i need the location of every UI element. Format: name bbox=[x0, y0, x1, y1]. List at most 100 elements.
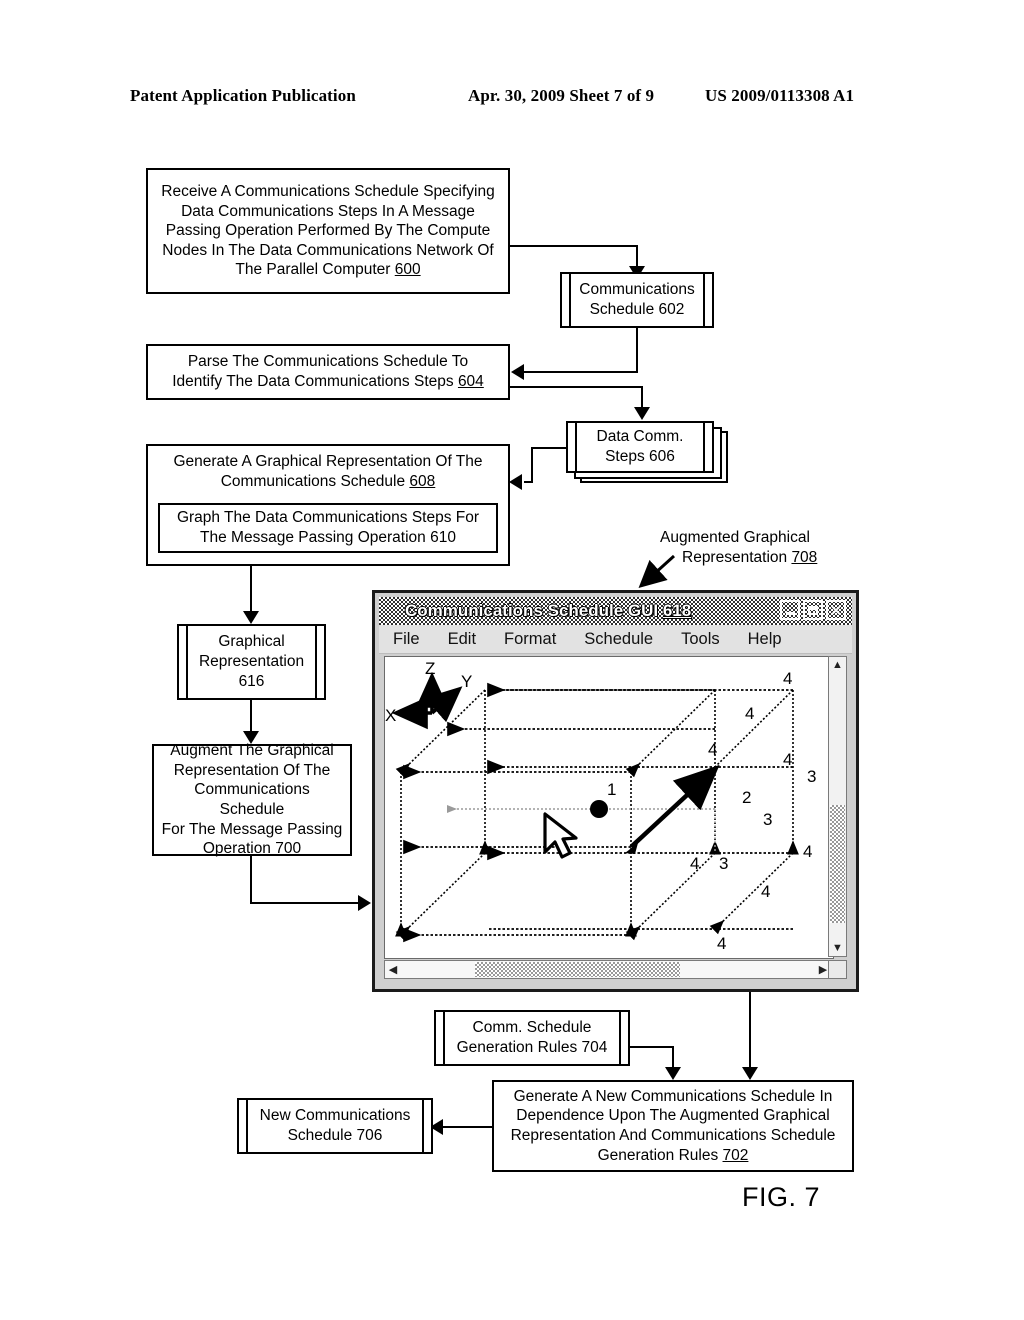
vertical-scrollbar-thumb[interactable] bbox=[830, 805, 845, 923]
box-700-line-0: Augment The Graphical bbox=[170, 742, 334, 760]
box-600-line-4: The Parallel Computer bbox=[235, 261, 395, 279]
window-controls[interactable]: ✕ bbox=[780, 600, 846, 620]
data-box-704: Comm. Schedule Generation Rules 704 bbox=[434, 1010, 630, 1066]
box-616-ref: 616 bbox=[238, 673, 265, 691]
menu-item-schedule[interactable]: Schedule bbox=[584, 630, 653, 649]
box-700-line-2: Communications Schedule bbox=[194, 781, 310, 818]
box-600-line-2: Passing Operation Performed By The Compu… bbox=[165, 222, 491, 240]
box-604-line-1: Identify The Data Communications Steps bbox=[172, 373, 458, 390]
callout-708-ref: 708 bbox=[791, 548, 818, 566]
box-606-ref: 606 bbox=[649, 448, 675, 465]
edge-label-7: 1 bbox=[607, 780, 616, 799]
data-box-616: Graphical Representation 616 bbox=[177, 624, 326, 700]
connector-616-to-700-v bbox=[250, 700, 252, 734]
edge-label-12: 4 bbox=[717, 934, 726, 953]
minimize-button[interactable] bbox=[780, 600, 800, 620]
maximize-button[interactable] bbox=[803, 600, 823, 620]
box-702-line-3: Generation Rules bbox=[597, 1146, 723, 1164]
connector-604-to-606-v bbox=[641, 386, 643, 409]
box-602-line-0: Communications bbox=[579, 280, 695, 298]
gui-menubar[interactable]: File Edit Format Schedule Tools Help bbox=[379, 625, 852, 654]
connector-606-to-608-h1 bbox=[531, 447, 568, 449]
arrowhead-gui-into-702 bbox=[742, 1067, 758, 1080]
box-604-ref: 604 bbox=[457, 373, 484, 390]
box-706-line-1: Schedule bbox=[287, 1127, 357, 1144]
arrowhead-into-608 bbox=[509, 474, 522, 490]
close-button[interactable]: ✕ bbox=[826, 600, 846, 620]
box-610-ref: 610 bbox=[430, 529, 456, 546]
box-616-line-0: Graphical bbox=[218, 632, 285, 650]
connector-602-to-604-h bbox=[524, 371, 638, 373]
horizontal-scrollbar[interactable]: ◀ ▶ bbox=[384, 960, 832, 979]
edge-label-10: 4 bbox=[803, 842, 812, 861]
communications-schedule-gui-window[interactable]: Communications Schedule GUI 618 ✕ File E… bbox=[372, 590, 859, 992]
edge-label-4: 3 bbox=[807, 767, 816, 786]
connector-606-to-608-v bbox=[531, 447, 533, 483]
menu-item-file[interactable]: File bbox=[393, 630, 420, 649]
torus-mesh-svg: Z Y X 4 4 4 4 3 2 3 1 4 3 4 4 4 bbox=[385, 659, 816, 953]
mouse-cursor-icon bbox=[543, 812, 578, 859]
callout-708-line-1: Augmented Graphical bbox=[660, 529, 810, 546]
resize-corner[interactable] bbox=[828, 960, 847, 979]
connector-604-to-606-h bbox=[510, 386, 643, 388]
process-box-604: Parse The Communications Schedule To Ide… bbox=[146, 344, 510, 400]
horizontal-scrollbar-thumb[interactable] bbox=[475, 962, 680, 977]
box-600-line-3: Nodes In The Data Communications Network… bbox=[162, 241, 494, 259]
data-box-706: New Communications Schedule 706 bbox=[237, 1098, 433, 1154]
edge-label-1: 4 bbox=[745, 704, 754, 723]
menu-item-help[interactable]: Help bbox=[748, 630, 782, 649]
edge-label-2: 4 bbox=[708, 740, 717, 759]
figure-caption: FIG. 7 bbox=[742, 1182, 821, 1212]
box-608-line-0: Generate A Graphical Representation Of T… bbox=[173, 453, 483, 470]
vertical-scrollbar[interactable]: ▲ ▼ bbox=[828, 656, 847, 957]
connector-608-to-616-v bbox=[250, 566, 252, 614]
data-stack-606: Data Comm. Steps 606 bbox=[566, 421, 732, 485]
connector-602-to-604-v bbox=[636, 328, 638, 373]
augment-arrow bbox=[629, 764, 720, 849]
box-700-line-4: Operation bbox=[202, 840, 276, 858]
header-patent-number: US 2009/0113308 A1 bbox=[705, 86, 855, 105]
connector-704-to-702-h bbox=[630, 1046, 674, 1048]
scroll-left-button[interactable]: ◀ bbox=[385, 961, 401, 978]
box-700-line-1: Representation Of The bbox=[173, 761, 331, 779]
axis-label-z: Z bbox=[425, 659, 435, 678]
edge-label-3: 4 bbox=[783, 750, 792, 769]
axis-label-y: Y bbox=[461, 672, 472, 691]
process-box-610: Graph The Data Communications Steps For … bbox=[158, 503, 498, 553]
box-610-line-0: Graph The Data Communications Steps For bbox=[176, 509, 480, 527]
connector-600-to-602-h bbox=[510, 245, 638, 247]
menu-item-format[interactable]: Format bbox=[504, 630, 556, 649]
graph-canvas[interactable]: Z Y X 4 4 4 4 3 2 3 1 4 3 4 4 4 bbox=[384, 656, 834, 959]
axis-indicator bbox=[391, 671, 463, 730]
box-610-line-1: The Message Passing Operation bbox=[200, 529, 431, 546]
header-date-sheet: Apr. 30, 2009 Sheet 7 of 9 bbox=[468, 86, 655, 105]
box-600-line-0: Receive A Communications Schedule Specif… bbox=[161, 183, 495, 201]
box-702-line-1: Dependence Upon The Augmented Graphical bbox=[516, 1107, 830, 1125]
connector-700-to-gui-v bbox=[250, 856, 252, 904]
gui-titlebar[interactable]: Communications Schedule GUI 618 ✕ bbox=[379, 597, 852, 625]
box-706-line-0: New Communications bbox=[259, 1106, 411, 1124]
box-616-line-1: Representation bbox=[198, 652, 305, 670]
scroll-down-button[interactable]: ▼ bbox=[829, 940, 846, 956]
box-602-line-1: Schedule bbox=[589, 301, 659, 318]
callout-708-line-2: Representation bbox=[682, 548, 792, 566]
box-704-ref: 704 bbox=[581, 1039, 608, 1056]
edge-label-0: 4 bbox=[783, 669, 792, 688]
edge-label-11: 4 bbox=[761, 882, 770, 901]
axis-label-x: X bbox=[385, 706, 396, 725]
box-600-ref: 600 bbox=[394, 261, 421, 279]
menu-item-edit[interactable]: Edit bbox=[448, 630, 476, 649]
connector-700-to-gui-h bbox=[250, 902, 362, 904]
connector-gui-to-702-v bbox=[749, 992, 751, 1070]
box-604-line-0: Parse The Communications Schedule To bbox=[187, 353, 469, 371]
arrowhead-704-into-702 bbox=[665, 1067, 681, 1080]
menu-item-tools[interactable]: Tools bbox=[681, 630, 720, 649]
callout-708: Augmented Graphical Representation 708 bbox=[660, 528, 880, 568]
box-600-line-1: Data Communications Steps In A Message bbox=[181, 202, 475, 220]
edge-label-5: 2 bbox=[742, 788, 751, 807]
arrowhead-into-gui bbox=[358, 895, 371, 911]
process-box-600: Receive A Communications Schedule Specif… bbox=[146, 168, 510, 294]
scroll-up-button[interactable]: ▲ bbox=[829, 657, 846, 673]
box-700-line-3: For The Message Passing bbox=[161, 820, 343, 838]
edge-label-6: 3 bbox=[763, 810, 772, 829]
